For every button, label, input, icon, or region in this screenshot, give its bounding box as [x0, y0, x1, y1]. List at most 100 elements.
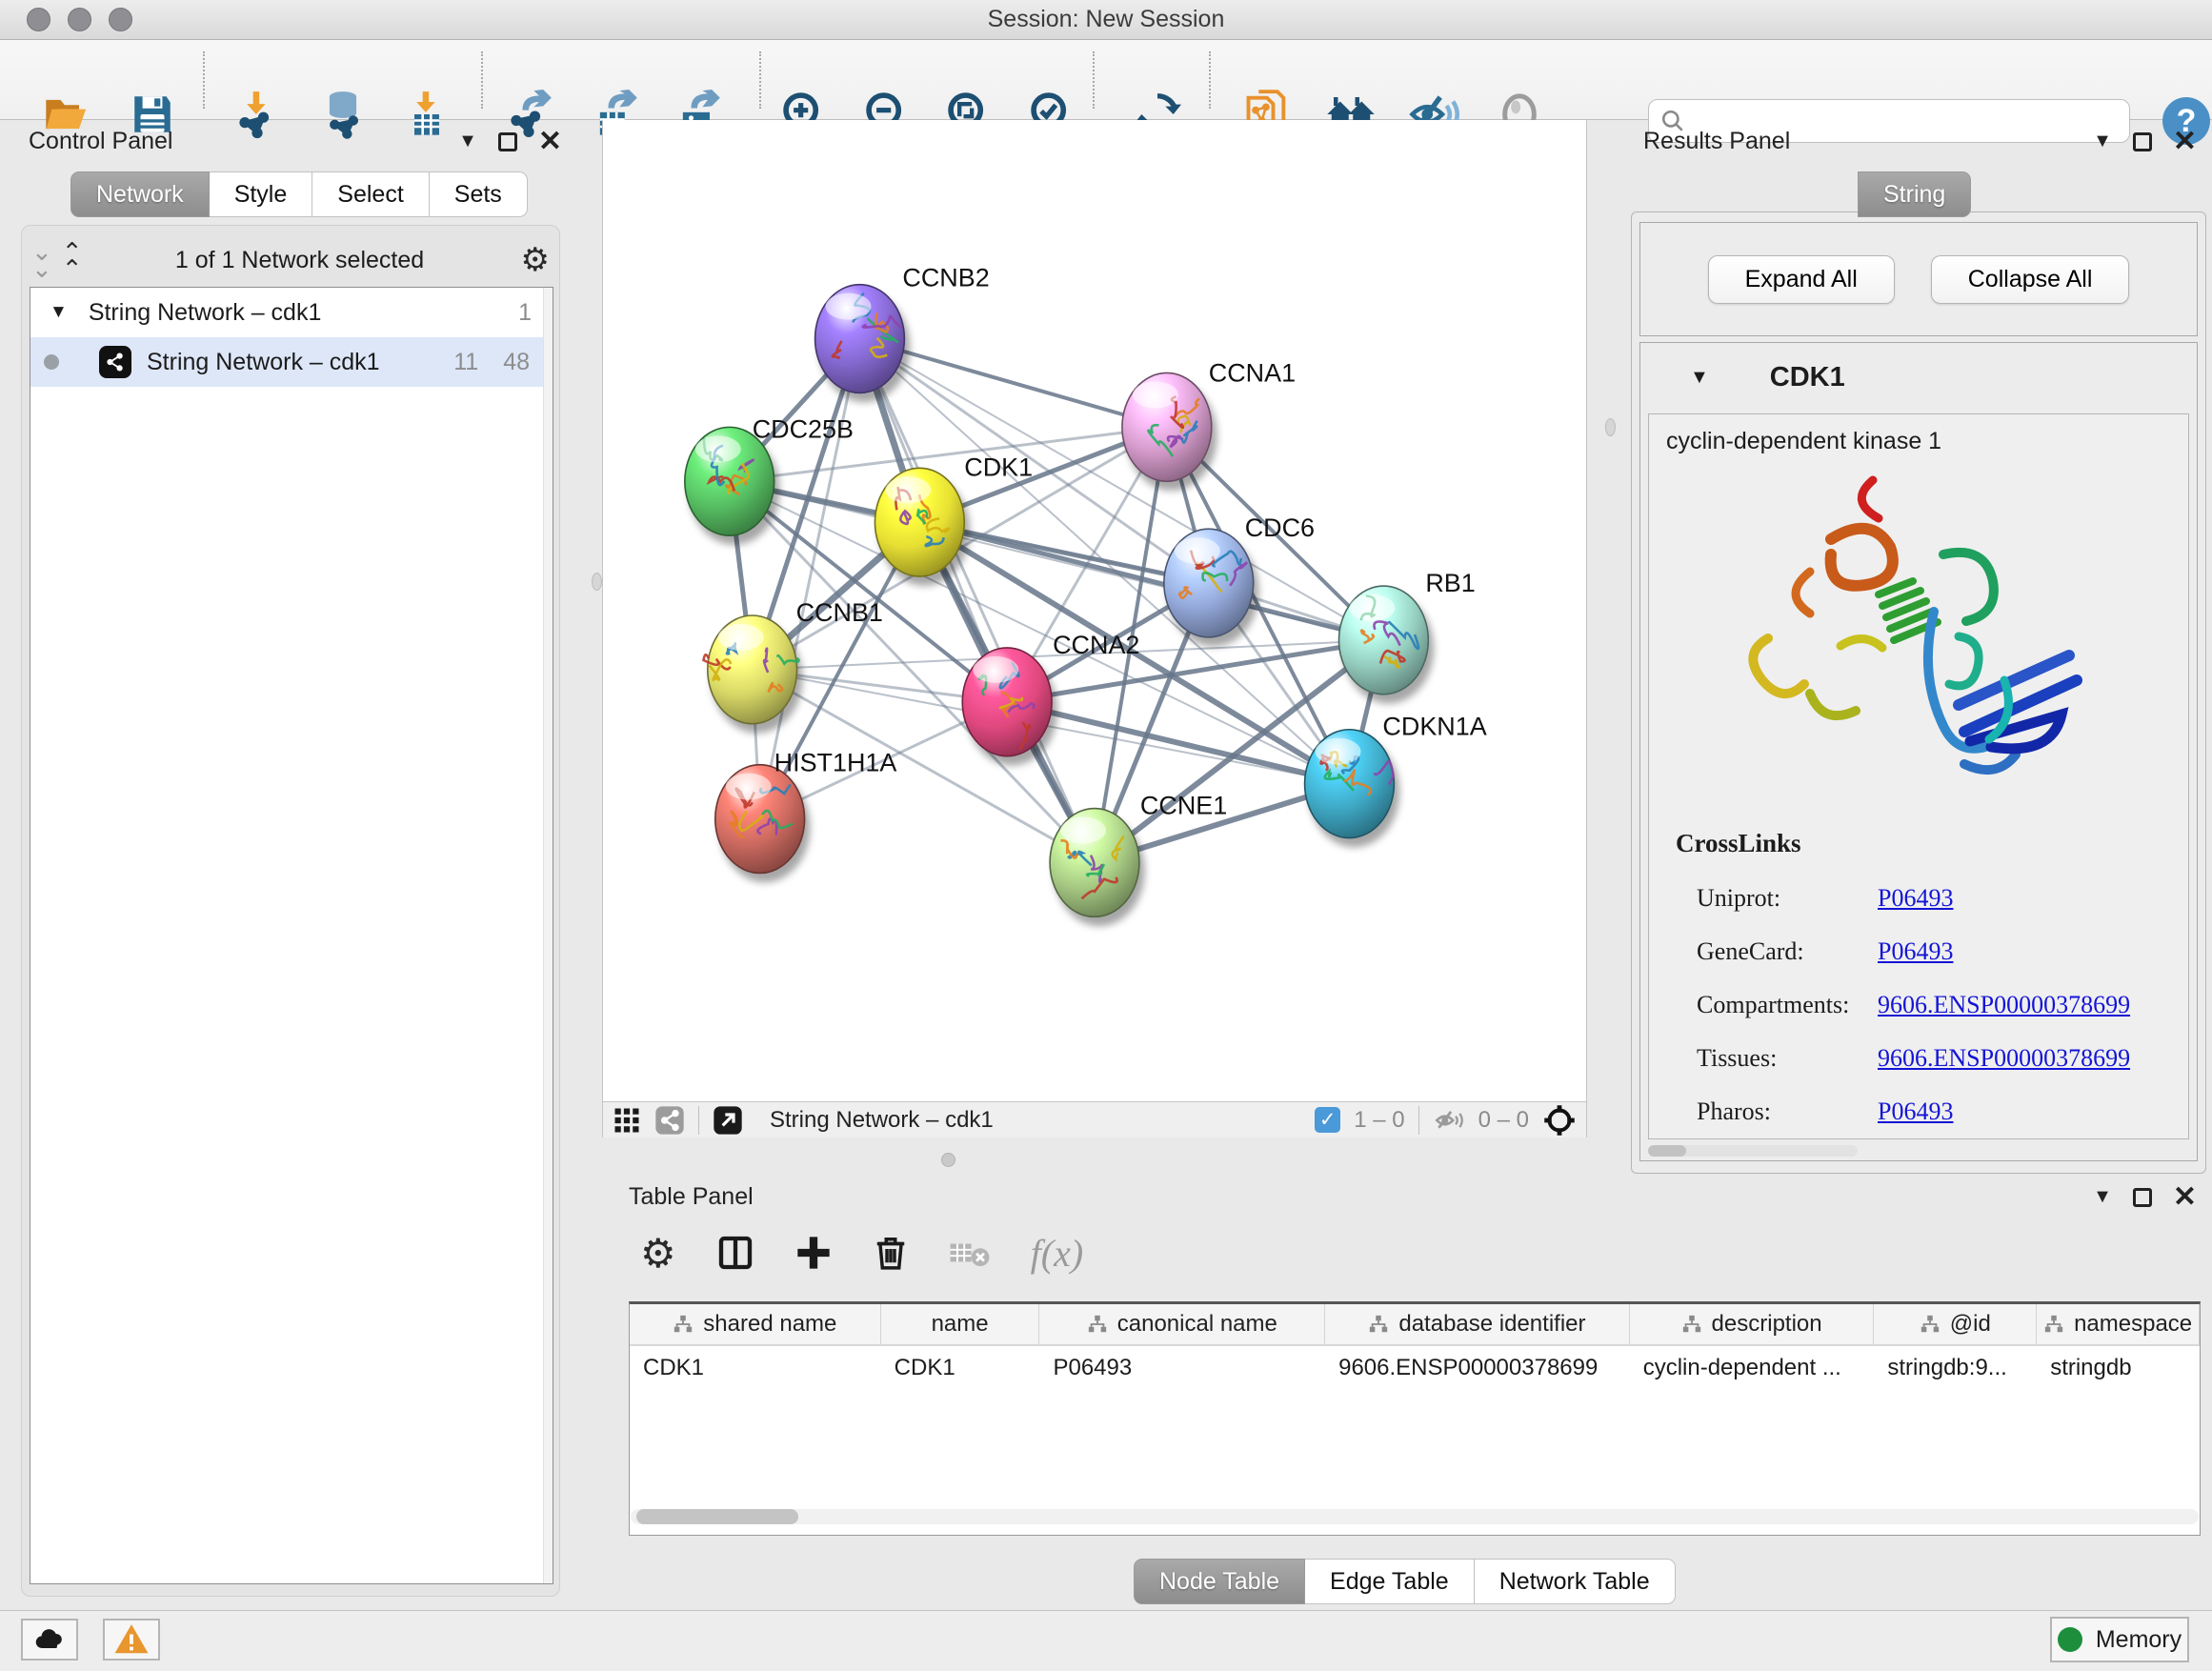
- node-label: CCNB2: [902, 264, 989, 292]
- delete-column-trash-icon[interactable]: [873, 1235, 909, 1271]
- toolbar-separator: [1209, 51, 1211, 109]
- tissues-link[interactable]: 9606.ENSP00000378699: [1878, 1044, 2130, 1073]
- horizontal-splitter[interactable]: [602, 1137, 1587, 1174]
- float-panel-icon[interactable]: ▼: [458, 131, 477, 152]
- compartments-link[interactable]: 9606.ENSP00000378699: [1878, 991, 2130, 1019]
- network-node-ccnb2[interactable]: CCNB2: [815, 264, 990, 393]
- network-selection-status: 1 of 1 Network selected: [79, 247, 521, 274]
- open-in-new-window-icon[interactable]: [713, 1105, 743, 1136]
- table-cell[interactable]: stringdb: [2037, 1346, 2200, 1390]
- network-edge[interactable]: [760, 339, 860, 819]
- close-window-button[interactable]: [27, 8, 50, 31]
- tree-expand-icon[interactable]: ▼: [50, 302, 68, 323]
- uniprot-link[interactable]: P06493: [1878, 884, 1953, 913]
- close-panel-icon[interactable]: ✕: [2173, 1188, 2197, 1207]
- maximize-window-button[interactable]: [109, 8, 132, 31]
- memory-button[interactable]: Memory: [2050, 1617, 2189, 1662]
- network-node-ccna2[interactable]: CCNA2: [962, 631, 1139, 756]
- table-options-gear-icon[interactable]: ⚙: [640, 1230, 676, 1277]
- network-node-rb1[interactable]: RB1: [1339, 569, 1476, 695]
- network-node-ccne1[interactable]: CCNE1: [1050, 792, 1227, 917]
- column-header[interactable]: description: [1630, 1304, 1875, 1344]
- expand-all-button[interactable]: Expand All: [1708, 255, 1895, 304]
- maximize-panel-icon[interactable]: [498, 132, 517, 151]
- add-column-icon[interactable]: [794, 1234, 833, 1272]
- tab-network-table[interactable]: Network Table: [1475, 1559, 1676, 1604]
- selected-nodes-checkbox-icon[interactable]: ✓: [1315, 1107, 1340, 1133]
- node-label: CDK1: [964, 453, 1033, 481]
- collapse-all-networks-icon[interactable]: ⌄⌄: [31, 243, 49, 277]
- tab-string[interactable]: String: [1858, 171, 1971, 217]
- network-edge[interactable]: [859, 339, 1166, 428]
- network-edge[interactable]: [1007, 702, 1349, 784]
- column-header[interactable]: name: [881, 1304, 1040, 1344]
- node-gloss-highlight: [718, 624, 764, 651]
- network-options-gear-icon[interactable]: ⚙: [521, 241, 550, 279]
- fit-content-crosshair-icon[interactable]: [1542, 1103, 1577, 1137]
- tab-node-table[interactable]: Node Table: [1134, 1559, 1305, 1604]
- float-panel-icon[interactable]: ▼: [2093, 131, 2112, 152]
- collapse-all-button[interactable]: Collapse All: [1931, 255, 2130, 304]
- column-header[interactable]: @id: [1874, 1304, 2037, 1344]
- network-node-ccna1[interactable]: CCNA1: [1122, 358, 1296, 481]
- column-header[interactable]: namespace: [2037, 1304, 2200, 1344]
- network-view-title: String Network – cdk1: [770, 1107, 1301, 1134]
- network-node-cdk1[interactable]: CDK1: [875, 453, 1033, 576]
- cloud-button[interactable]: [21, 1619, 78, 1661]
- table-cell[interactable]: P06493: [1039, 1346, 1325, 1390]
- tab-select[interactable]: Select: [312, 171, 429, 217]
- tab-style[interactable]: Style: [210, 171, 313, 217]
- node-gloss-highlight: [973, 656, 1018, 683]
- tab-edge-table[interactable]: Edge Table: [1305, 1559, 1475, 1604]
- node-gloss-highlight: [1316, 738, 1361, 765]
- collapse-section-icon[interactable]: ▼: [1690, 367, 1709, 389]
- tab-network[interactable]: Network: [70, 171, 210, 217]
- column-header[interactable]: shared name: [630, 1304, 881, 1344]
- float-panel-icon[interactable]: ▼: [2093, 1186, 2112, 1208]
- minimize-window-button[interactable]: [68, 8, 91, 31]
- network-collection-row[interactable]: ▼ String Network – cdk1 1: [30, 288, 553, 337]
- results-horizontal-scrollbar[interactable]: [1648, 1145, 1858, 1157]
- splitter-handle-dot[interactable]: [941, 1153, 955, 1167]
- show-columns-icon[interactable]: [716, 1234, 754, 1272]
- column-header[interactable]: canonical name: [1039, 1304, 1325, 1344]
- node-count: 11: [453, 349, 478, 376]
- network-canvas[interactable]: CCNB2CCNA1CDC25BCDK1CDC6RB1CCNB1CCNA2CDK…: [602, 120, 1587, 1101]
- toolbar-separator: [481, 51, 483, 109]
- close-panel-icon[interactable]: ✕: [2173, 132, 2197, 151]
- column-header[interactable]: database identifier: [1325, 1304, 1630, 1344]
- table-panel-title: Table Panel: [629, 1183, 754, 1211]
- left-splitter-handle[interactable]: [592, 573, 602, 591]
- grid-view-icon[interactable]: [613, 1106, 641, 1135]
- network-list-scrollbar[interactable]: [543, 288, 553, 1583]
- string-network-graph[interactable]: CCNB2CCNA1CDC25BCDK1CDC6RB1CCNB1CCNA2CDK…: [603, 120, 1586, 1101]
- network-node-cdkn1a[interactable]: CDKN1A: [1305, 713, 1487, 838]
- network-node-ccnb1[interactable]: CCNB1: [703, 598, 882, 724]
- network-edge[interactable]: [859, 339, 1095, 863]
- table-horizontal-scrollbar[interactable]: [631, 1509, 2199, 1524]
- table-cell[interactable]: cyclin-dependent ...: [1630, 1346, 1875, 1390]
- close-panel-icon[interactable]: ✕: [538, 132, 562, 151]
- statusbar-separator: [1418, 1106, 1419, 1135]
- right-splitter-handle[interactable]: [1605, 418, 1616, 436]
- table-cell[interactable]: 9606.ENSP00000378699: [1325, 1346, 1630, 1390]
- table-cell[interactable]: CDK1: [630, 1346, 881, 1390]
- namespace-icon: [1681, 1314, 1702, 1335]
- statusbar-separator: [698, 1106, 699, 1135]
- warnings-button[interactable]: [103, 1619, 160, 1661]
- node-gloss-highlight: [1060, 817, 1106, 844]
- table-cell[interactable]: stringdb:9...: [1874, 1346, 2037, 1390]
- birdseye-view-icon[interactable]: [654, 1105, 685, 1136]
- toolbar-separator: [759, 51, 761, 109]
- maximize-panel-icon[interactable]: [2133, 1188, 2152, 1207]
- pharos-link[interactable]: P06493: [1878, 1097, 1953, 1126]
- table-row[interactable]: CDK1CDK1P064939606.ENSP00000378699cyclin…: [630, 1346, 2200, 1390]
- network-row-selected[interactable]: String Network – cdk1 11 48: [30, 337, 553, 387]
- maximize-panel-icon[interactable]: [2133, 132, 2152, 151]
- network-node-cdc25b[interactable]: CDC25B: [685, 414, 854, 535]
- table-cell[interactable]: CDK1: [881, 1346, 1040, 1390]
- tab-sets[interactable]: Sets: [430, 171, 528, 217]
- expand-all-networks-icon[interactable]: ⌃⌃: [62, 243, 79, 277]
- network-node-hist1h1a[interactable]: HIST1H1A: [715, 749, 897, 874]
- genecard-link[interactable]: P06493: [1878, 937, 1953, 966]
